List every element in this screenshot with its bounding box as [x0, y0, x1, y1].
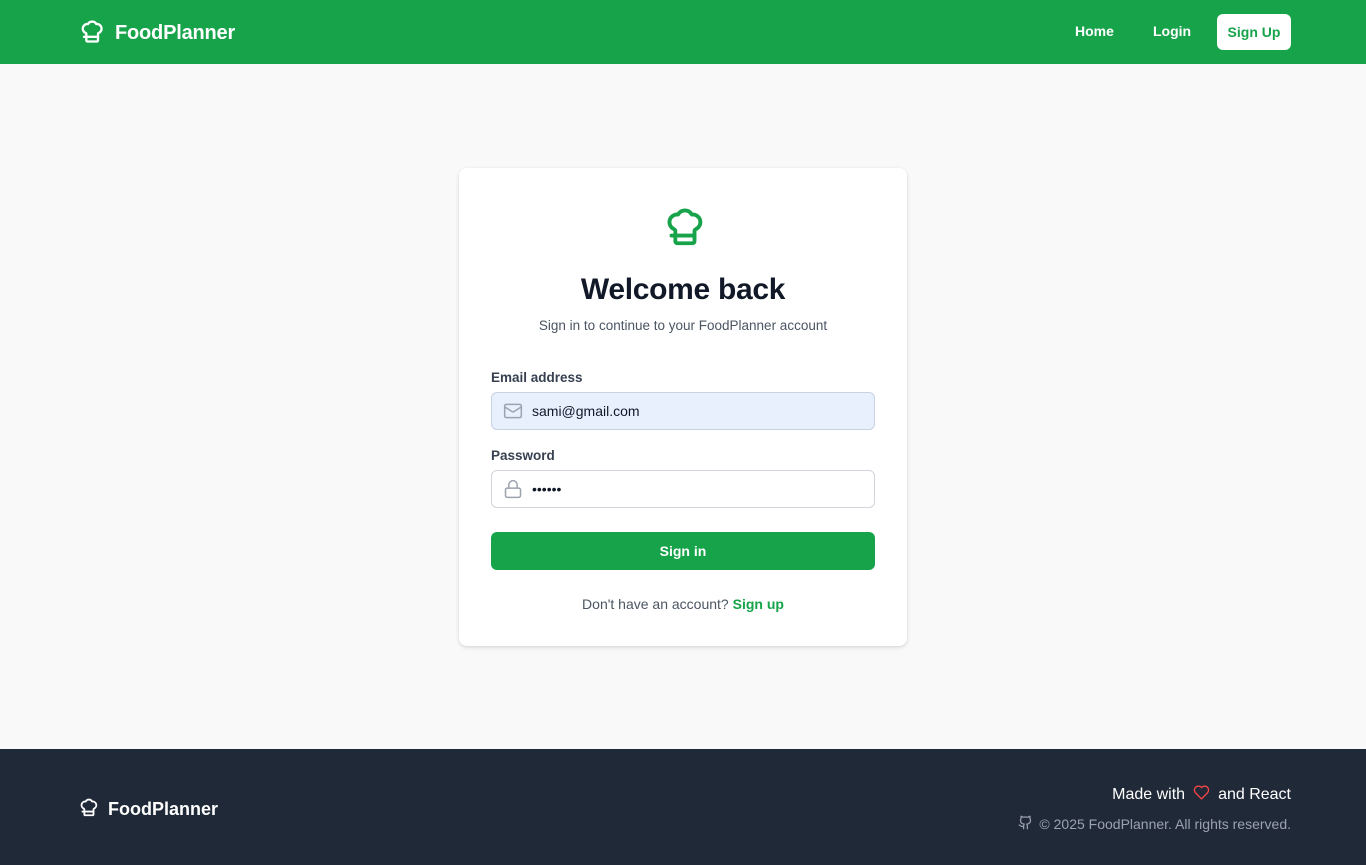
made-with-suffix: and React	[1218, 786, 1291, 803]
nav-signup-button[interactable]: Sign Up	[1217, 14, 1291, 50]
no-account-text: Don't have an account?	[582, 596, 729, 612]
page-subtitle: Sign in to continue to your FoodPlanner …	[538, 318, 828, 333]
chef-hat-icon	[660, 203, 706, 249]
made-with-prefix: Made with	[1112, 786, 1186, 803]
signup-link[interactable]: Sign up	[733, 596, 784, 612]
password-label: Password	[491, 448, 555, 463]
brand-logo-link[interactable]: FoodPlanner	[77, 17, 235, 50]
page-title: Welcome back	[580, 273, 786, 306]
signup-prompt: Don't have an account? Sign up	[459, 596, 907, 612]
lock-icon	[503, 479, 523, 499]
chef-hat-icon	[77, 796, 99, 823]
password-field[interactable]: ••••••	[491, 470, 875, 508]
made-with-text: Made with and React	[1112, 784, 1291, 806]
heart-icon	[1193, 784, 1210, 806]
footer-brand: FoodPlanner	[77, 796, 218, 823]
copyright: © 2025 FoodPlanner. All rights reserved.	[1018, 815, 1291, 833]
copyright-text: © 2025 FoodPlanner. All rights reserved.	[1039, 816, 1291, 832]
login-card: Welcome back Sign in to continue to your…	[459, 168, 907, 646]
brand-name: FoodPlanner	[115, 22, 236, 44]
footer-brand-name: FoodPlanner	[108, 799, 219, 819]
sign-in-button[interactable]: Sign in	[491, 532, 875, 570]
chef-hat-icon	[77, 17, 105, 50]
nav-login-link[interactable]: Login	[1153, 23, 1191, 39]
nav-home-link[interactable]: Home	[1075, 23, 1114, 39]
footer: FoodPlanner Made with and React © 2025 F…	[0, 749, 1366, 865]
github-icon[interactable]	[1018, 815, 1033, 833]
email-input[interactable]	[532, 403, 852, 419]
navbar: FoodPlanner Home Login Sign Up	[0, 0, 1366, 64]
email-field[interactable]	[491, 392, 875, 430]
password-input[interactable]: ••••••	[532, 481, 852, 497]
email-label: Email address	[491, 370, 583, 385]
mail-icon	[503, 401, 523, 421]
